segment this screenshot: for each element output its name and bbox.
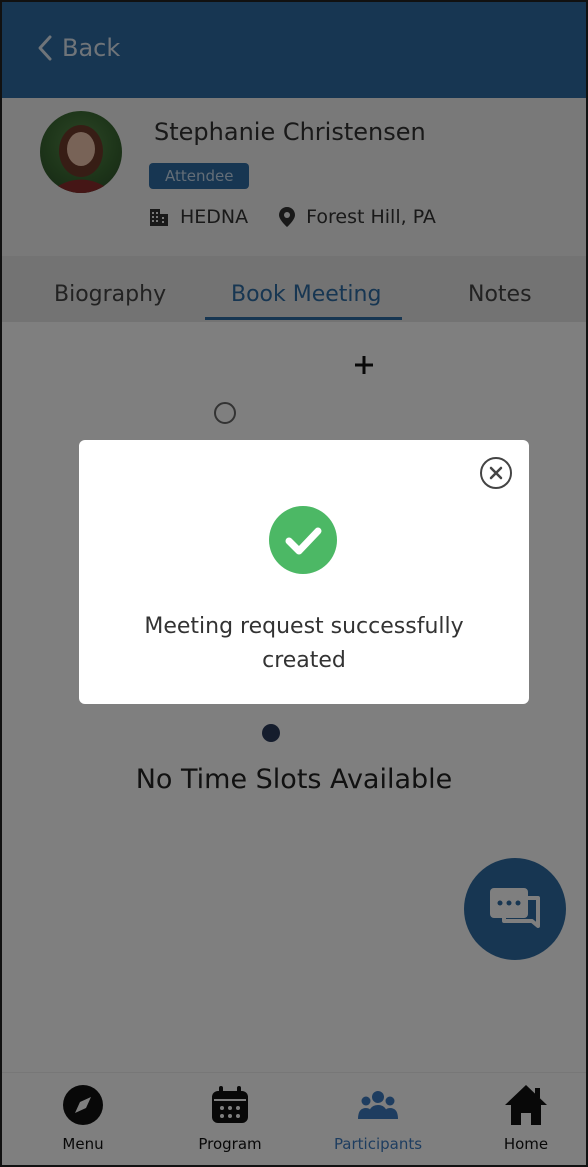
app-frame: Back Stephanie Christensen Attendee HEDN…: [0, 0, 588, 1167]
success-check-icon: [269, 506, 337, 574]
close-icon[interactable]: [479, 456, 513, 490]
success-modal: Meeting request successfully created: [79, 440, 529, 704]
success-message: Meeting request successfully created: [144, 614, 464, 673]
